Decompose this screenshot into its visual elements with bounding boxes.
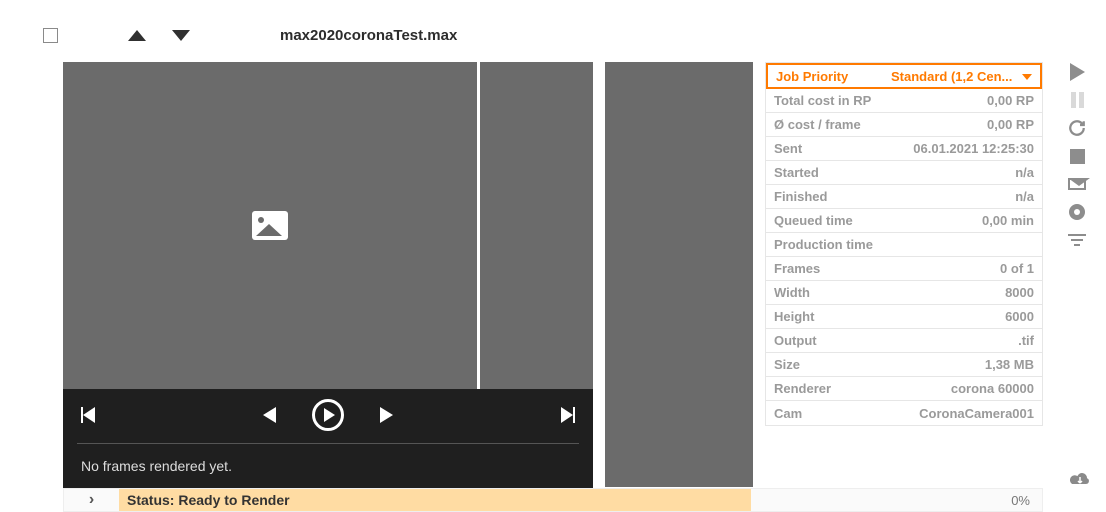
property-row: Cam CoronaCamera001	[766, 401, 1042, 425]
property-value: 8000	[1005, 285, 1034, 300]
frame-player: No frames rendered yet.	[63, 389, 593, 490]
job-filename: max2020coronaTest.max	[280, 27, 457, 44]
property-label: Queued time	[774, 213, 853, 228]
property-value: n/a	[1015, 165, 1034, 180]
property-value: corona 60000	[951, 381, 1034, 396]
property-label: Started	[774, 165, 819, 180]
property-label: Output	[774, 333, 817, 348]
property-value: CoronaCamera001	[919, 406, 1034, 421]
refresh-icon[interactable]	[1067, 118, 1087, 138]
property-value: .tif	[1018, 333, 1034, 348]
play-button[interactable]	[312, 399, 344, 431]
property-row: Started n/a	[766, 161, 1042, 185]
property-row: Finished n/a	[766, 185, 1042, 209]
player-status-text: No frames rendered yet.	[81, 458, 575, 474]
property-value: 0,00 RP	[987, 117, 1034, 132]
property-label: Renderer	[774, 381, 831, 396]
property-row: Queued time 0,00 min	[766, 209, 1042, 233]
property-label: Finished	[774, 189, 827, 204]
status-row: › Status: Ready to Render 0%	[63, 488, 1043, 512]
cloud-download-icon[interactable]	[1068, 469, 1092, 492]
step-back-icon[interactable]	[263, 407, 276, 423]
property-label: Production time	[774, 237, 873, 252]
property-label: Size	[774, 357, 800, 372]
skip-end-icon[interactable]	[561, 407, 575, 423]
job-properties-panel: Job Priority Standard (1,2 Cen... Total …	[765, 62, 1043, 426]
preview-main	[63, 62, 477, 389]
property-row: Total cost in RP 0,00 RP	[766, 89, 1042, 113]
property-value: 6000	[1005, 309, 1034, 324]
job-actions-toolbar	[1062, 62, 1092, 250]
property-value: 0 of 1	[1000, 261, 1034, 276]
property-row: Output .tif	[766, 329, 1042, 353]
property-label: Frames	[774, 261, 820, 276]
player-timeline[interactable]	[77, 443, 579, 444]
property-value: 0,00 RP	[987, 93, 1034, 108]
property-label: Sent	[774, 141, 802, 156]
job-priority-row[interactable]: Job Priority Standard (1,2 Cen...	[766, 63, 1042, 89]
pause-job-icon[interactable]	[1067, 90, 1087, 110]
move-up-icon[interactable]	[128, 30, 146, 41]
property-value: 06.01.2021 12:25:30	[913, 141, 1034, 156]
property-value: 1,38 MB	[985, 357, 1034, 372]
property-row: Size 1,38 MB	[766, 353, 1042, 377]
preview-area	[63, 62, 593, 389]
property-label: Cam	[774, 406, 802, 421]
image-placeholder-icon	[252, 211, 288, 240]
move-down-icon[interactable]	[172, 30, 190, 41]
property-row: Height 6000	[766, 305, 1042, 329]
preview-side	[480, 62, 593, 389]
property-row: Production time	[766, 233, 1042, 257]
job-priority-value: Standard (1,2 Cen...	[891, 69, 1012, 84]
disk-icon[interactable]	[1067, 202, 1087, 222]
step-forward-icon[interactable]	[380, 407, 393, 423]
property-label: Ø cost / frame	[774, 117, 861, 132]
property-row: Sent 06.01.2021 12:25:30	[766, 137, 1042, 161]
property-label: Width	[774, 285, 810, 300]
progress-percent: 0%	[1011, 493, 1042, 508]
property-label: Height	[774, 309, 814, 324]
property-row: Renderer corona 60000	[766, 377, 1042, 401]
property-row: Frames 0 of 1	[766, 257, 1042, 281]
mail-icon[interactable]	[1067, 174, 1087, 194]
property-row: Width 8000	[766, 281, 1042, 305]
chevron-down-icon	[1022, 74, 1032, 80]
skip-start-icon[interactable]	[81, 407, 95, 423]
property-row: Ø cost / frame 0,00 RP	[766, 113, 1042, 137]
secondary-preview	[605, 62, 753, 487]
stop-job-icon[interactable]	[1067, 146, 1087, 166]
status-text: Status: Ready to Render	[119, 489, 751, 511]
property-label: Total cost in RP	[774, 93, 871, 108]
select-job-checkbox[interactable]	[43, 28, 58, 43]
property-value: 0,00 min	[982, 213, 1034, 228]
property-value: n/a	[1015, 189, 1034, 204]
filter-icon[interactable]	[1067, 230, 1087, 250]
start-job-icon[interactable]	[1067, 62, 1087, 82]
job-priority-label: Job Priority	[776, 69, 848, 84]
expand-chevron-icon[interactable]: ›	[64, 491, 119, 509]
